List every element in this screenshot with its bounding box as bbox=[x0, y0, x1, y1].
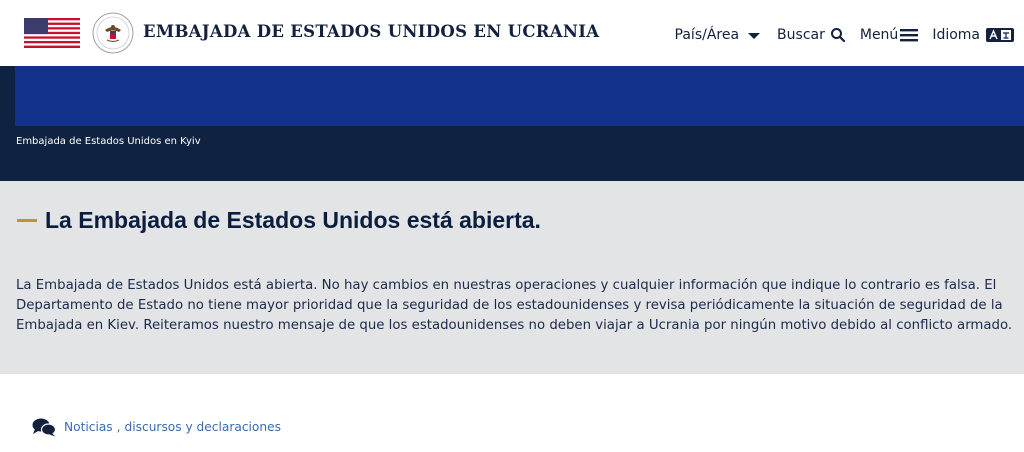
site-title[interactable]: EMBAJADA DE ESTADOS UNIDOS EN UCRANIA bbox=[143, 22, 599, 41]
title-accent-dash bbox=[17, 219, 37, 222]
us-flag-icon[interactable] bbox=[24, 18, 80, 48]
language-button[interactable]: Idioma bbox=[932, 25, 1014, 45]
main-nav: País/Área Buscar Menú Idioma bbox=[661, 25, 1014, 45]
alert-section: La Embajada de Estados Unidos está abier… bbox=[0, 181, 1024, 374]
search-button[interactable]: Buscar bbox=[777, 25, 846, 45]
search-label: Buscar bbox=[777, 27, 825, 43]
country-selector[interactable]: País/Área bbox=[675, 25, 764, 45]
news-link[interactable]: Noticias bbox=[64, 420, 113, 434]
hero-caption: Embajada de Estados Unidos en Kyiv bbox=[16, 136, 201, 147]
country-label: País/Área bbox=[674, 27, 740, 43]
state-seal-icon[interactable] bbox=[92, 12, 134, 54]
news-categories: Noticias , discursos y declaraciones bbox=[32, 417, 281, 437]
language-label: Idioma bbox=[932, 27, 980, 43]
hero-image bbox=[15, 66, 1024, 126]
menu-button[interactable]: Menú bbox=[859, 25, 919, 45]
caret-down-icon bbox=[748, 33, 761, 39]
search-icon bbox=[830, 28, 845, 43]
hero-banner: Embajada de Estados Unidos en Kyiv bbox=[0, 66, 1024, 181]
alert-title: La Embajada de Estados Unidos está abier… bbox=[45, 207, 541, 233]
language-icon bbox=[986, 28, 1014, 42]
category-separator: , bbox=[116, 420, 121, 434]
speech-bubbles-icon bbox=[32, 418, 56, 437]
site-header: EMBAJADA DE ESTADOS UNIDOS EN UCRANIA Pa… bbox=[0, 0, 1024, 66]
menu-label: Menú bbox=[859, 27, 899, 43]
alert-body: La Embajada de Estados Unidos está abier… bbox=[16, 278, 1013, 333]
menu-icon bbox=[900, 29, 919, 42]
speeches-link[interactable]: discursos y declaraciones bbox=[125, 420, 281, 434]
